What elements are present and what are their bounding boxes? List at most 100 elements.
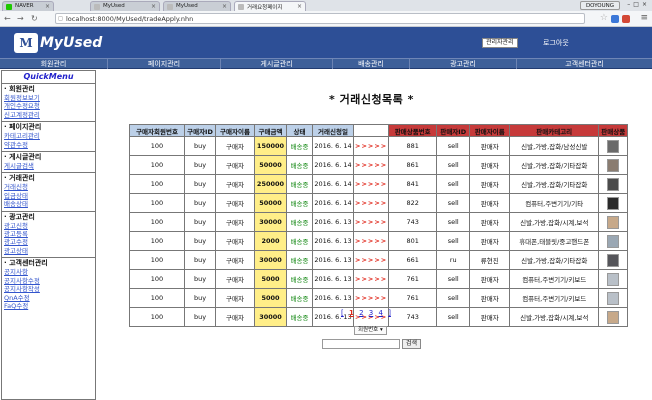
page-link-current[interactable]: 1 (349, 309, 354, 317)
product-thumbnail-image[interactable] (607, 196, 620, 210)
menu-item-customer-center[interactable]: 고객센터관리 (517, 59, 652, 69)
product-thumbnail-image[interactable] (607, 253, 620, 267)
back-icon[interactable]: ← (4, 14, 11, 23)
extension-icon[interactable] (622, 15, 630, 23)
apply-date-cell: 2016. 6. 13 (312, 231, 354, 251)
page-link[interactable]: 3 (369, 309, 373, 317)
product-thumbnail-cell (598, 136, 629, 156)
sidebar-link[interactable]: 개인수정요청 (4, 102, 94, 110)
arrow-cell[interactable]: >>>>> (352, 212, 390, 232)
page-favicon-icon (167, 4, 173, 10)
sidebar-link[interactable]: 입금상태 (4, 192, 94, 200)
arrow-cell[interactable]: >>>>> (352, 250, 390, 270)
product-no-cell: 861 (388, 155, 438, 175)
product-thumbnail-image[interactable] (607, 291, 620, 305)
sidebar-link[interactable]: 공지사항수정 (4, 277, 94, 285)
sidebar-link[interactable]: 공지사항 (4, 268, 94, 276)
search-field-select[interactable]: 회원번호 ▾ (354, 326, 387, 335)
search-input[interactable] (322, 339, 400, 349)
sidebar-link[interactable]: 게시글검색 (4, 162, 94, 170)
sidebar-link[interactable]: 배송상태 (4, 200, 94, 208)
table-row[interactable]: 100 buy 구매자 30000 배송중 2016. 6. 13 >>>>> 661 ru 류현… (129, 250, 629, 270)
browser-tab[interactable]: MyUsed × (163, 1, 231, 11)
arrow-cell[interactable]: >>>>> (352, 288, 390, 308)
buyer-member-no-cell: 100 (129, 212, 185, 232)
status-cell: 배송중 (286, 231, 313, 251)
table-row[interactable]: 100 buy 구매자 30000 배송중 2016. 6. 13 >>>>> 743 sell… (129, 212, 629, 232)
buyer-id-cell: buy (184, 288, 216, 308)
table-row[interactable]: 100 buy 구매자 2000 배송중 2016. 6. 13 >>>>> 801 sell 판… (129, 231, 629, 251)
table-row[interactable]: 100 buy 구매자 5000 배송중 2016. 6. 13 >>>>> 761 sell 판… (129, 269, 629, 289)
menu-item-ads[interactable]: 광고관리 (410, 59, 517, 69)
browser-tab-active[interactable]: 거래요청페이지 × (234, 1, 306, 11)
arrow-cell[interactable]: >>>>> (352, 136, 390, 156)
browser-tab[interactable]: NAVER × (2, 1, 54, 11)
apply-date-cell: 2016. 6. 13 (312, 212, 354, 232)
browser-profile-button[interactable]: DOYOUNG (579, 1, 620, 10)
table-row[interactable]: 100 buy 구매자 50000 배송중 2016. 6. 14 >>>>> 861 sell… (129, 155, 629, 175)
sidebar-link[interactable]: QnA수정 (4, 294, 94, 302)
browser-tab[interactable]: MyUsed × (90, 1, 160, 11)
menu-item-delivery[interactable]: 배송관리 (333, 59, 410, 69)
product-thumbnail-image[interactable] (607, 310, 620, 324)
sidebar-link[interactable]: 거래신청 (4, 183, 94, 191)
product-thumbnail-image[interactable] (607, 177, 620, 191)
naver-favicon-icon (6, 4, 12, 10)
close-tab-icon[interactable]: × (151, 3, 156, 10)
amount-cell: 30000 (254, 212, 287, 232)
category-cell: 신발,가방,잡화/남성신발 (509, 136, 600, 156)
sidebar-link[interactable]: 광고수정 (4, 238, 94, 246)
menu-item-member[interactable]: 회원관리 (0, 59, 108, 69)
sidebar-link[interactable]: 광고신청 (4, 222, 94, 230)
sidebar-link[interactable]: 광고상태 (4, 247, 94, 255)
reload-icon[interactable]: ↻ (31, 14, 38, 23)
status-cell: 배송중 (286, 136, 313, 156)
table-row[interactable]: 100 buy 구매자 250000 배송중 2016. 6. 14 >>>>> 841 sel… (129, 174, 629, 194)
menu-item-post[interactable]: 게시글관리 (221, 59, 333, 69)
status-cell: 배송중 (286, 288, 313, 308)
arrow-cell[interactable]: >>>>> (352, 155, 390, 175)
product-thumbnail-image[interactable] (607, 139, 620, 153)
product-thumbnail-cell (598, 155, 629, 175)
arrow-cell[interactable]: >>>>> (352, 231, 390, 251)
arrow-cell[interactable]: >>>>> (352, 269, 390, 289)
product-thumbnail-image[interactable] (607, 272, 620, 286)
url-input[interactable]: ◻ localhost:8000/MyUsed/tradeApply.nhn (55, 13, 585, 24)
page-favicon-icon (238, 4, 244, 10)
menu-item-page[interactable]: 페이지관리 (108, 59, 221, 69)
close-tab-icon[interactable]: × (297, 3, 302, 10)
page-link[interactable]: 4 (378, 309, 382, 317)
url-text: localhost:8000/MyUsed/tradeApply.nhn (66, 15, 194, 23)
close-tab-icon[interactable]: × (222, 3, 227, 10)
sidebar-link[interactable]: 신고계정관리 (4, 111, 94, 119)
category-cell: 컴퓨터,주변기기/키보드 (509, 269, 600, 289)
bookmark-star-icon[interactable]: ☆ (600, 13, 608, 23)
table-row[interactable]: 100 buy 구매자 5000 배송중 2016. 6. 13 >>>>> 761 sell 판… (129, 288, 629, 308)
logout-link[interactable]: 로그아웃 (543, 38, 569, 48)
seller-id-cell: sell (436, 193, 471, 213)
page-link[interactable]: 2 (359, 309, 363, 317)
window-controls[interactable]: –□× (627, 1, 650, 8)
product-thumbnail-image[interactable] (607, 234, 620, 248)
extension-icon[interactable] (611, 15, 619, 23)
table-row[interactable]: 100 buy 구매자 50000 배송중 2016. 6. 14 >>>>> 822 sell… (129, 193, 629, 213)
close-tab-icon[interactable]: × (45, 3, 50, 10)
sidebar-group-title: · 회원관리 (4, 85, 35, 93)
column-header: 판매자ID (436, 124, 471, 137)
sidebar-link[interactable]: 공지사항작성 (4, 285, 94, 293)
product-thumbnail-image[interactable] (607, 158, 620, 172)
admin-manage-button[interactable]: 관리자관리 (482, 38, 518, 48)
table-row[interactable]: 100 buy 구매자 150000 배송중 2016. 6. 14 >>>>> 881 sel… (129, 136, 629, 156)
site-logo[interactable]: M MyUsed (14, 33, 102, 53)
sidebar-link[interactable]: FaQ수정 (4, 302, 94, 310)
search-button[interactable]: 검색 (402, 339, 422, 349)
apply-date-cell: 2016. 6. 14 (312, 174, 354, 194)
arrow-cell[interactable]: >>>>> (352, 193, 390, 213)
browser-menu-icon[interactable]: ≡ (640, 13, 648, 23)
sidebar-link[interactable]: 카테고리관리 (4, 132, 94, 140)
arrow-cell[interactable]: >>>>> (352, 174, 390, 194)
forward-icon[interactable]: → (17, 14, 24, 23)
category-cell: 신발,가방,잡화/시계,보석 (509, 212, 600, 232)
product-thumbnail-image[interactable] (607, 215, 620, 229)
sidebar-link[interactable]: 약관수정 (4, 141, 94, 149)
